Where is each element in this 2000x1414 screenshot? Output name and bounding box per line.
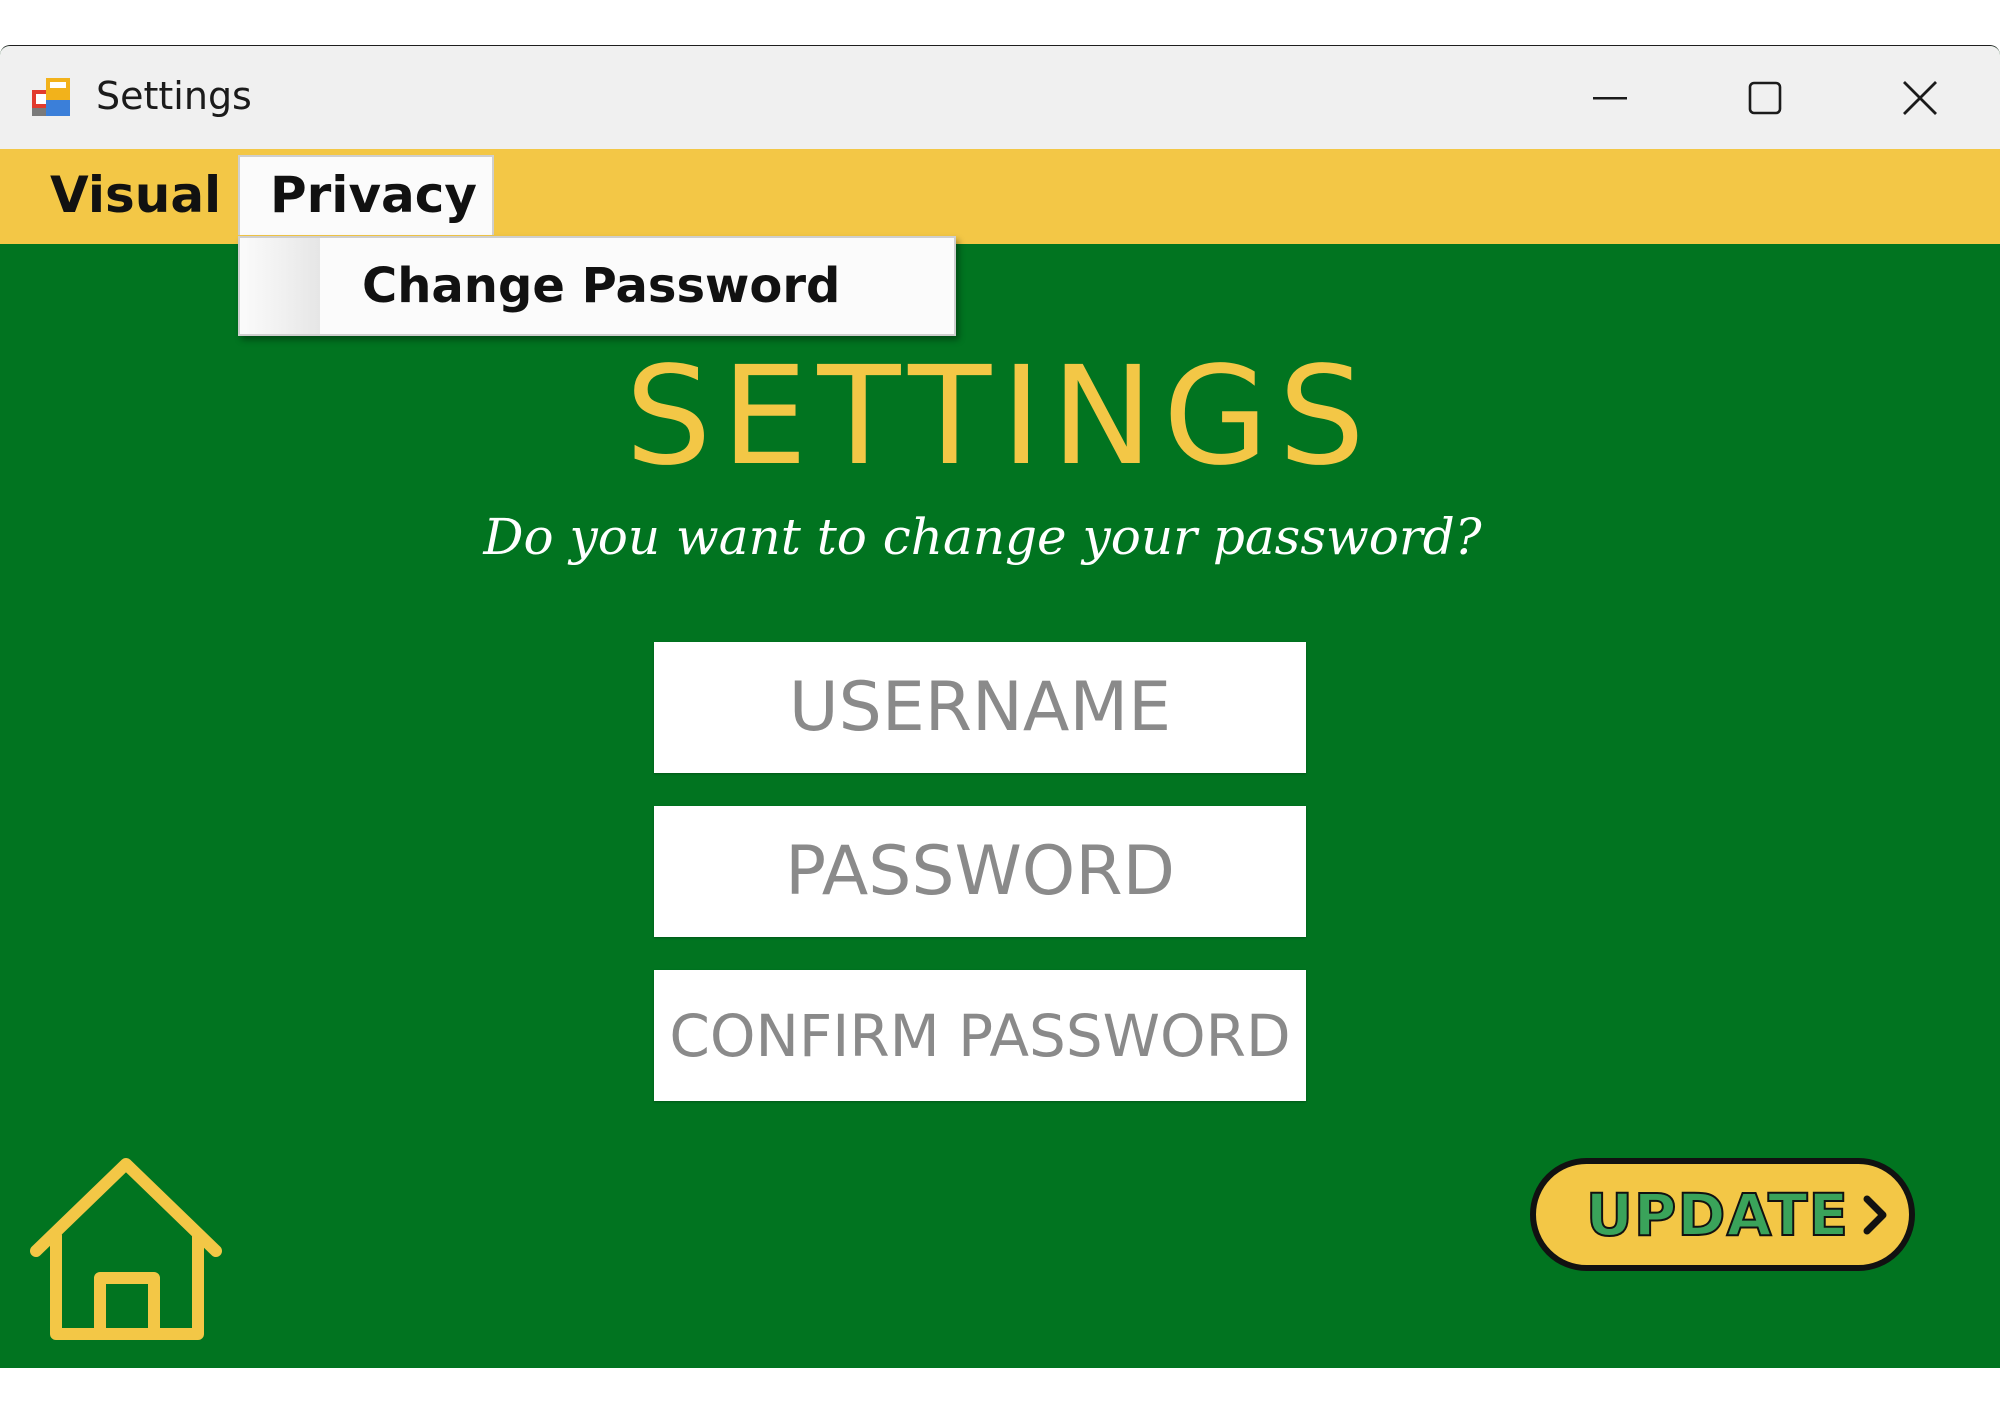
update-button-label: UPDATE <box>1585 1180 1850 1250</box>
minimize-icon <box>1593 96 1627 100</box>
dropdown-icon-gutter <box>240 238 320 334</box>
chevron-right-icon <box>1861 1193 1889 1237</box>
menu-visual[interactable]: Visual <box>18 155 253 235</box>
menu-item-change-password[interactable]: Change Password <box>362 248 840 324</box>
maximize-icon <box>1748 81 1782 115</box>
title-bar[interactable]: Settings <box>0 46 2000 149</box>
page-subtitle: Do you want to change your password? <box>483 508 1482 566</box>
confirm-password-field[interactable] <box>654 970 1306 1101</box>
maximize-button[interactable] <box>1690 46 1840 149</box>
page-title: SETTINGS <box>625 338 1375 496</box>
window-title: Settings <box>96 74 252 118</box>
minimize-button[interactable] <box>1535 46 1685 149</box>
privacy-dropdown-menu: Change Password <box>238 236 956 336</box>
password-field[interactable] <box>654 806 1306 937</box>
app-form-icon <box>30 76 72 118</box>
update-button[interactable]: UPDATE <box>1530 1158 1915 1271</box>
close-button[interactable] <box>1845 46 1995 149</box>
username-field[interactable] <box>654 642 1306 773</box>
menu-privacy[interactable]: Privacy <box>238 155 494 235</box>
home-icon <box>26 1158 226 1350</box>
settings-window: Settings Visual Privacy Change Password … <box>0 45 2000 1368</box>
home-button[interactable] <box>26 1146 226 1346</box>
close-icon <box>1902 80 1938 116</box>
menu-bar: Visual Privacy <box>0 149 2000 244</box>
